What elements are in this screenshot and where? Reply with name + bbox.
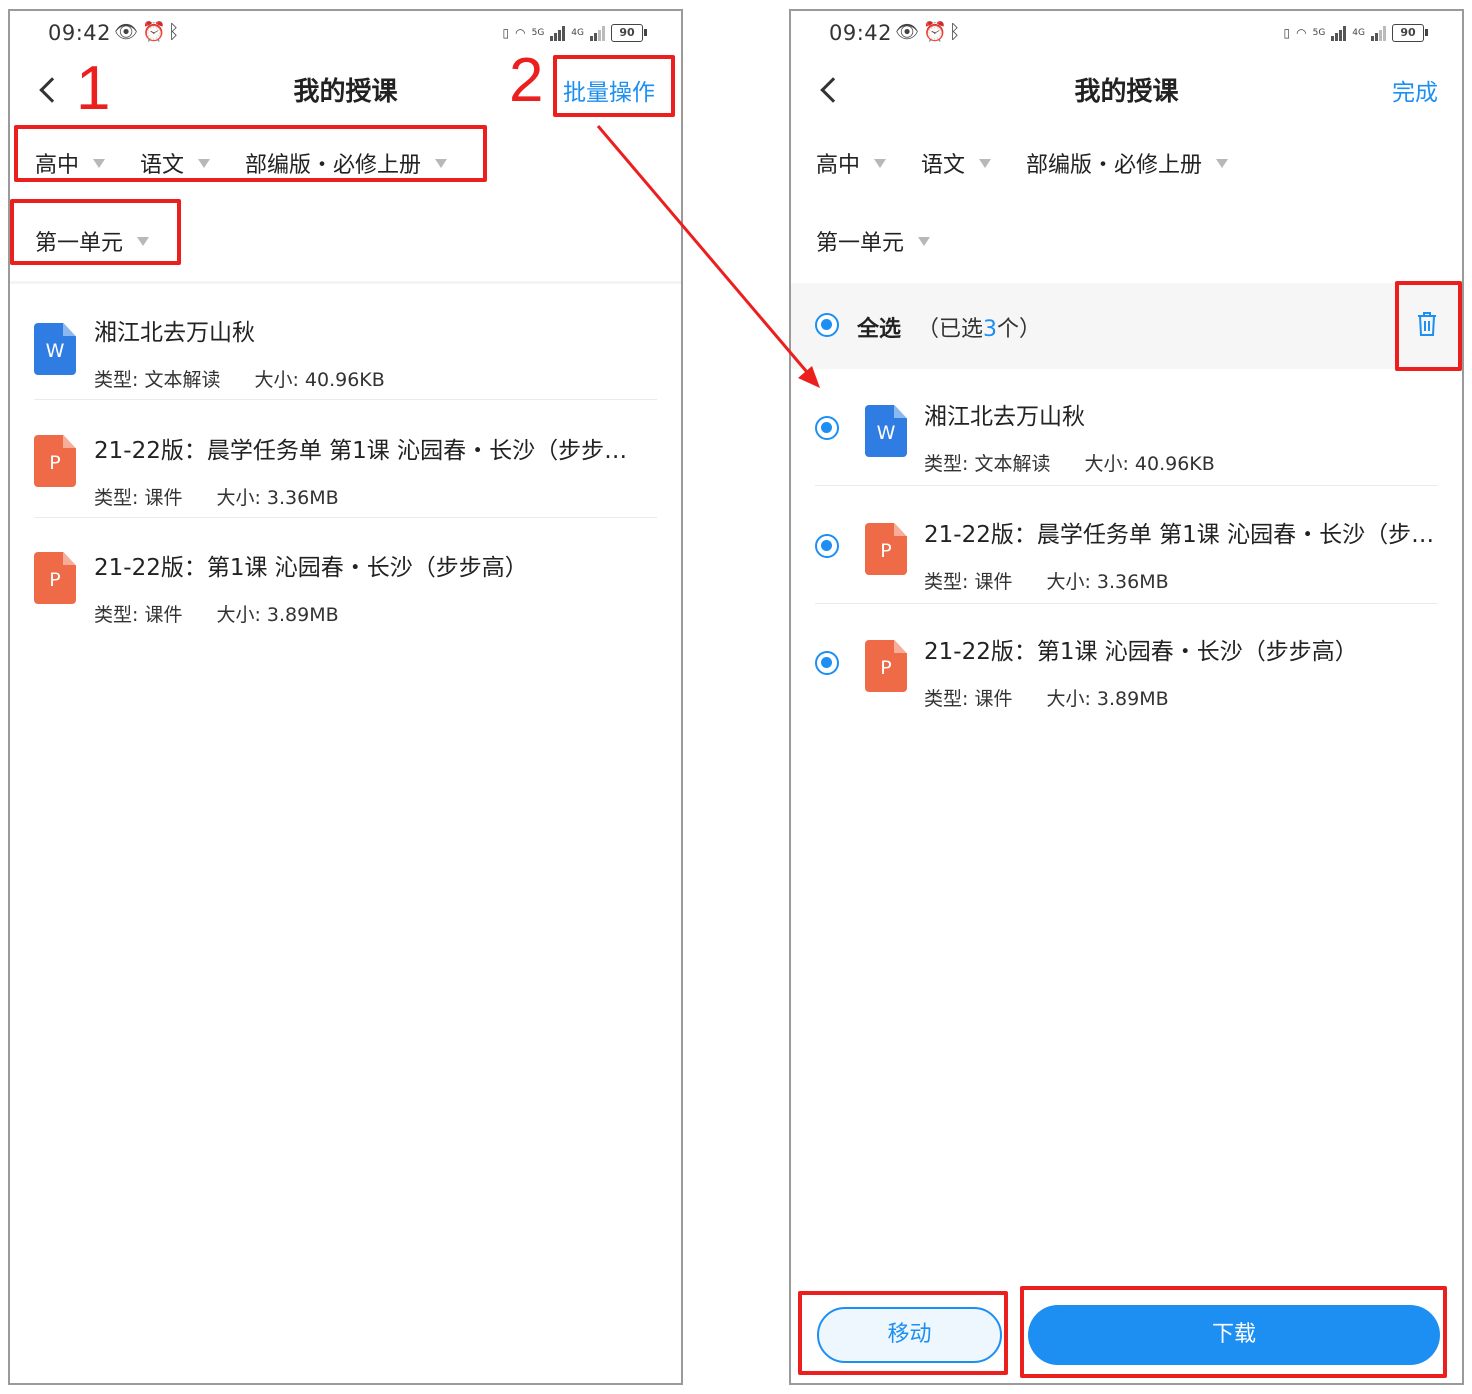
annotation-arrow xyxy=(596,125,820,388)
